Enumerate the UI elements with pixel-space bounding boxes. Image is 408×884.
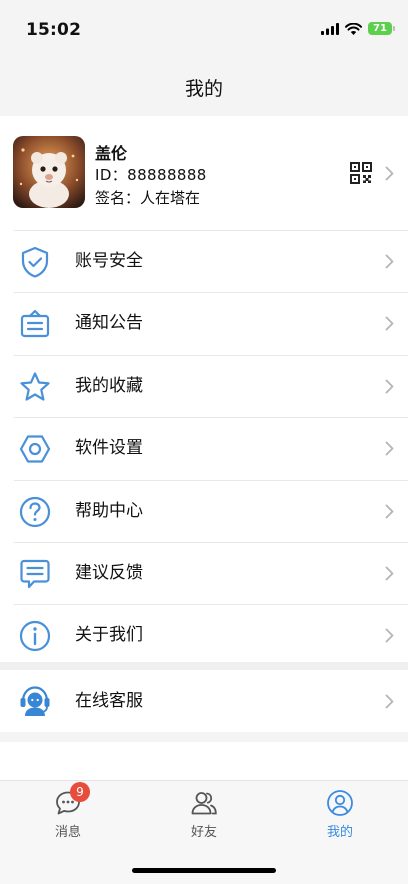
content-bottom-area [0, 742, 408, 780]
menu-item-online-service[interactable]: 在线客服 [0, 670, 408, 732]
question-circle-icon [19, 496, 51, 527]
menu-item-feedback[interactable]: 建议反馈 [14, 541, 408, 604]
menu-item-notices[interactable]: 通知公告 [14, 292, 408, 354]
menu-item-label: 在线客服 [75, 691, 143, 711]
signal-icon [321, 22, 339, 35]
menu-item-settings[interactable]: 软件设置 [14, 417, 408, 479]
tab-profile[interactable]: 我的 [300, 789, 380, 840]
tab-label: 消息 [54, 825, 81, 840]
menu-item-account-security[interactable]: 账号安全 [14, 230, 408, 292]
notice-icon [20, 310, 50, 338]
settings-hexagon-icon [19, 435, 51, 463]
avatar[interactable] [13, 136, 85, 208]
menu-list: 账号安全 通知公告 我的收藏 软件设置 帮助中心 建议反馈 关于我们 [0, 230, 408, 667]
chevron-right-icon [385, 379, 394, 394]
chevron-right-icon [385, 254, 394, 269]
profile-signature: 签名：人在塔在 [95, 189, 201, 207]
profile-id: ID：88888888 [95, 166, 207, 184]
chevron-right-icon [385, 166, 394, 181]
info-circle-icon [19, 621, 51, 652]
menu-item-label: 通知公告 [75, 313, 143, 334]
tab-label: 我的 [326, 825, 353, 840]
tab-friends[interactable]: 好友 [164, 789, 244, 840]
menu-item-label: 软件设置 [75, 438, 143, 459]
status-bar: 15:02 71 [0, 0, 408, 58]
wifi-icon [345, 22, 362, 35]
chevron-right-icon [385, 316, 394, 331]
shield-check-icon [21, 246, 49, 278]
friends-icon [191, 792, 217, 815]
menu-item-help-center[interactable]: 帮助中心 [14, 479, 408, 542]
unread-badge: 9 [70, 782, 90, 802]
profile-icon [327, 790, 353, 816]
menu-item-label: 我的收藏 [75, 375, 143, 396]
home-indicator[interactable] [132, 868, 276, 873]
menu-item-about-us[interactable]: 关于我们 [14, 604, 408, 666]
profile-header[interactable]: 盖伦 ID：88888888 签名：人在塔在 [0, 116, 408, 230]
customer-service-icon [20, 686, 50, 716]
nav-bar: 我的 [0, 58, 408, 116]
chevron-right-icon [385, 441, 394, 456]
menu-item-favorites[interactable]: 我的收藏 [14, 354, 408, 417]
tab-label: 好友 [190, 825, 217, 840]
menu-item-label: 关于我们 [75, 625, 143, 646]
menu-card: 盖伦 ID：88888888 签名：人在塔在 账号安全 通知公告 我的收藏 软件… [0, 116, 408, 662]
chevron-right-icon [385, 504, 394, 518]
page-title: 我的 [184, 77, 223, 100]
profile-name: 盖伦 [95, 144, 128, 163]
status-time: 15:02 [26, 20, 82, 40]
menu-item-label: 帮助中心 [75, 500, 143, 521]
chevron-right-icon [385, 694, 394, 709]
status-icons: 71 [321, 22, 395, 35]
section-divider [0, 662, 408, 670]
star-icon [20, 372, 50, 401]
battery-icon: 71 [368, 22, 395, 35]
chevron-right-icon [385, 628, 394, 643]
alpaca-avatar-image [13, 136, 85, 208]
menu-item-label: 建议反馈 [75, 562, 143, 583]
qr-code-icon[interactable] [350, 162, 372, 184]
chevron-right-icon [385, 566, 394, 581]
tab-messages[interactable]: 9 消息 [28, 782, 108, 840]
feedback-icon [20, 559, 50, 589]
menu-item-label: 账号安全 [75, 251, 143, 271]
